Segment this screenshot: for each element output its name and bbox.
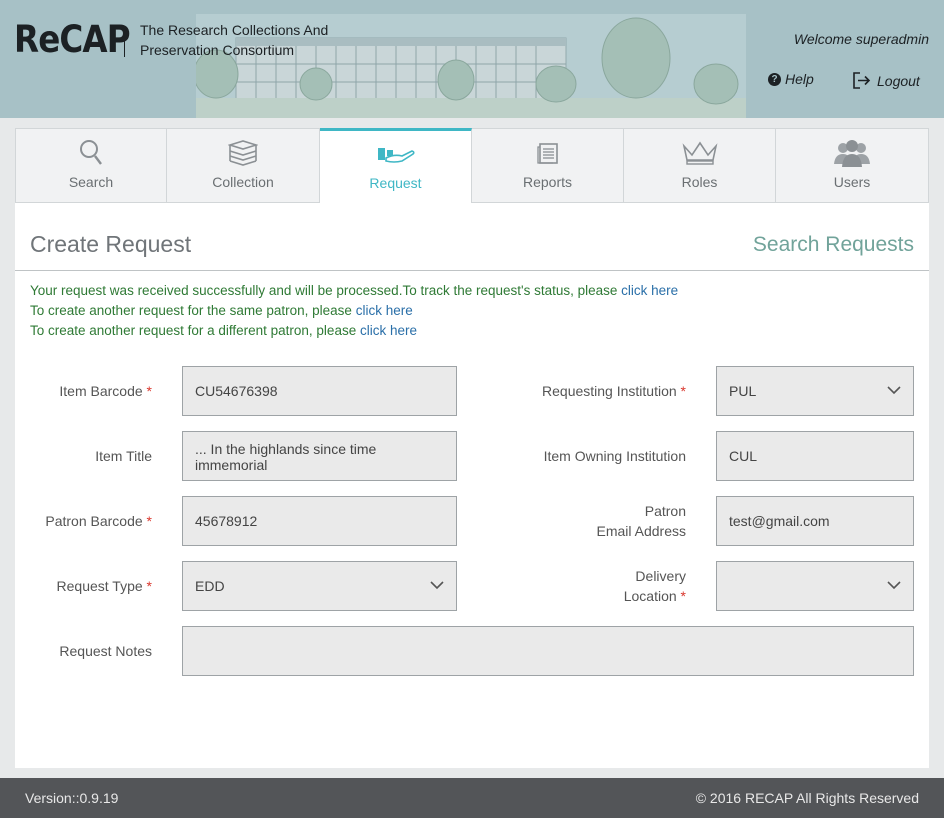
request-notes-label: Request Notes [59, 641, 152, 661]
recap-logo: ReCAP [14, 18, 131, 61]
patron-barcode-label: Patron Barcode * [45, 511, 152, 531]
item-barcode-label: Item Barcode * [59, 381, 152, 401]
search-requests-link[interactable]: Search Requests [753, 233, 914, 257]
tab-reports-label: Reports [522, 174, 573, 190]
patron-email-value: test@gmail.com [729, 513, 830, 529]
create-request-panel: Create Request Search Requests Your requ… [15, 203, 929, 768]
delivery-location-label: Delivery Location * [624, 566, 686, 606]
app-footer: Version::0.9.19 © 2016 RECAP All Rights … [0, 778, 944, 818]
welcome-text: Welcome superadmin [793, 31, 929, 47]
item-title-label: Item Title [95, 446, 152, 466]
tab-request-label: Request [369, 175, 422, 191]
request-notes-field[interactable] [182, 626, 914, 676]
required-asterisk: * [146, 578, 152, 594]
item-title-value: ... In the highlands since time immemori… [195, 441, 377, 473]
main-tabs: Search Collection Request Reports Roles … [15, 128, 929, 203]
help-label: Help [785, 71, 814, 87]
delivery-location-select[interactable] [716, 561, 914, 611]
tab-reports[interactable]: Reports [472, 128, 624, 203]
request-type-label-text: Request Type [56, 578, 143, 594]
search-icon [79, 138, 103, 168]
same-patron-link[interactable]: click here [356, 303, 413, 318]
logo-divider [124, 26, 125, 57]
chevron-down-icon [887, 581, 901, 590]
tab-request[interactable]: Request [320, 128, 472, 203]
logout-label: Logout [877, 72, 920, 89]
question-circle-icon: ? [768, 72, 781, 86]
tab-collection[interactable]: Collection [167, 128, 320, 203]
tab-roles-label: Roles [681, 174, 718, 190]
item-owning-institution-value: CUL [729, 448, 758, 464]
requesting-institution-label: Requesting Institution * [542, 381, 686, 401]
tab-search-label: Search [68, 174, 114, 190]
books-icon [228, 138, 258, 168]
success-message: Your request was received successfully a… [30, 283, 678, 298]
request-type-select[interactable]: EDD [182, 561, 457, 611]
tab-collection-label: Collection [212, 174, 274, 190]
requesting-institution-select[interactable]: PUL [716, 366, 914, 416]
item-owning-institution-label-text: Item Owning Institution [543, 448, 686, 464]
requesting-institution-value: PUL [729, 383, 757, 399]
same-patron-message: To create another request for the same p… [30, 303, 413, 318]
tab-users-label: Users [833, 174, 871, 190]
title-divider [15, 270, 929, 271]
item-title-label-text: Item Title [95, 448, 152, 464]
patron-email-label: Patron Email Address [597, 501, 686, 541]
item-title-field[interactable]: ... In the highlands since time immemori… [182, 431, 457, 481]
track-status-link[interactable]: click here [621, 283, 678, 298]
app-header: ReCAP The Research Collections And Prese… [0, 0, 944, 118]
delivery-location-label-line-1: Delivery [635, 568, 686, 584]
tab-search[interactable]: Search [15, 128, 167, 203]
required-asterisk: * [146, 383, 152, 399]
success-message-text: Your request was received successfully a… [30, 283, 622, 298]
consortium-line-2: Preservation Consortium [140, 42, 295, 58]
delivery-location-label-line-2: Location [623, 588, 677, 604]
patron-barcode-field[interactable]: 45678912 [182, 496, 457, 546]
logout-link[interactable]: Logout [852, 71, 920, 90]
patron-email-label-line-2: Email Address [596, 523, 686, 539]
item-barcode-label-text: Item Barcode [59, 383, 143, 399]
crown-icon [681, 138, 719, 168]
tab-roles[interactable]: Roles [624, 128, 776, 203]
request-type-label: Request Type * [57, 576, 152, 596]
requesting-institution-label-text: Requesting Institution [542, 383, 677, 399]
request-type-value: EDD [195, 578, 225, 594]
logout-icon [853, 72, 871, 89]
page-title: Create Request [30, 231, 192, 257]
same-patron-text: To create another request for the same p… [30, 303, 356, 318]
document-icon [536, 138, 560, 168]
item-owning-institution-field[interactable]: CUL [716, 431, 914, 481]
request-notes-label-text: Request Notes [59, 643, 152, 659]
patron-email-field[interactable]: test@gmail.com [716, 496, 914, 546]
different-patron-text: To create another request for a differen… [30, 323, 360, 338]
different-patron-message: To create another request for a differen… [30, 323, 417, 338]
copyright-text: © 2016 RECAP All Rights Reserved [695, 790, 919, 806]
patron-barcode-value: 45678912 [195, 513, 258, 529]
version-text: Version::0.9.19 [25, 790, 119, 806]
chevron-down-icon [430, 581, 444, 590]
item-barcode-value: CU54676398 [195, 383, 278, 399]
hand-request-icon [376, 139, 416, 169]
chevron-down-icon [887, 386, 901, 395]
users-icon [834, 138, 870, 168]
consortium-name: The Research Collections And Preservatio… [140, 20, 328, 60]
item-barcode-field[interactable]: CU54676398 [182, 366, 457, 416]
different-patron-link[interactable]: click here [360, 323, 417, 338]
consortium-line-1: The Research Collections And [140, 22, 329, 38]
tab-users[interactable]: Users [776, 128, 929, 203]
required-asterisk: * [680, 383, 686, 399]
help-link[interactable]: ? Help [768, 71, 814, 87]
item-owning-institution-label: Item Owning Institution [544, 446, 686, 466]
required-asterisk: * [146, 513, 152, 529]
patron-barcode-label-text: Patron Barcode [45, 513, 143, 529]
required-asterisk: * [680, 588, 686, 604]
patron-email-label-line-1: Patron [644, 503, 686, 519]
